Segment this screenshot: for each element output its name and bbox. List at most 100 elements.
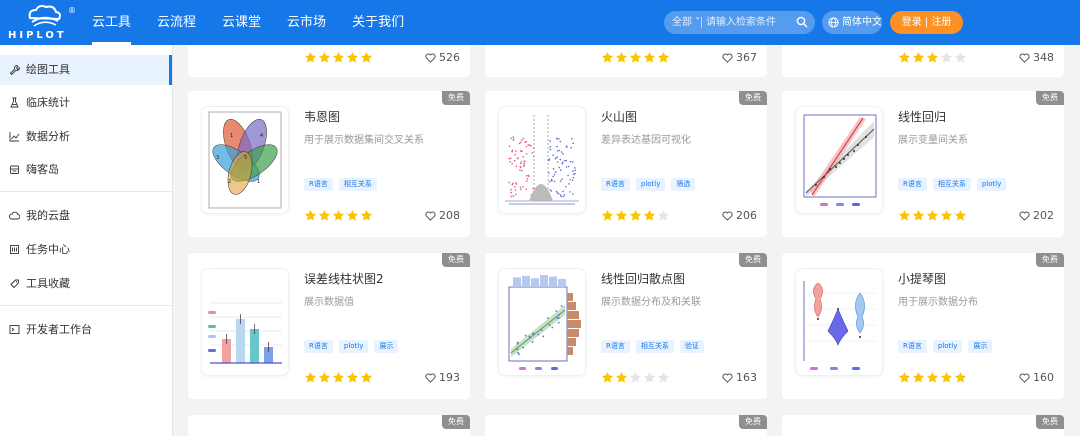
- star-empty-icon[interactable]: [954, 51, 967, 64]
- star-empty-icon[interactable]: [643, 371, 656, 384]
- tag[interactable]: 展示: [968, 340, 993, 353]
- tag[interactable]: plotly: [635, 178, 666, 191]
- like-count[interactable]: 348: [1019, 51, 1054, 64]
- tool-card-venn[interactable]: 免费 1 4 3 5 2 1 韦恩图 用于展示数据集间交叉关系 R语言 相互关系 208: [188, 91, 470, 237]
- star-filled-icon[interactable]: [926, 371, 939, 384]
- tag[interactable]: plotly: [932, 340, 963, 353]
- tag[interactable]: 相互关系: [932, 178, 971, 191]
- star-filled-icon[interactable]: [615, 51, 628, 64]
- sidebar-item-3[interactable]: 嗨客岛: [0, 155, 172, 185]
- star-filled-icon[interactable]: [318, 51, 331, 64]
- tool-card-partial[interactable]: 526: [188, 45, 470, 77]
- star-filled-icon[interactable]: [954, 371, 967, 384]
- tool-title[interactable]: 线性回归: [898, 108, 946, 125]
- tag[interactable]: R语言: [601, 178, 630, 191]
- tool-thumbnail[interactable]: [202, 269, 288, 375]
- star-filled-icon[interactable]: [332, 371, 345, 384]
- tool-title[interactable]: 韦恩图: [304, 108, 340, 125]
- search-scope-select[interactable]: 全部 ˅: [672, 11, 700, 34]
- star-filled-icon[interactable]: [629, 209, 642, 222]
- star-filled-icon[interactable]: [926, 209, 939, 222]
- star-filled-icon[interactable]: [643, 51, 656, 64]
- star-filled-icon[interactable]: [304, 209, 317, 222]
- tool-title[interactable]: 线性回归散点图: [601, 270, 685, 287]
- tool-title[interactable]: 火山图: [601, 108, 637, 125]
- star-filled-icon[interactable]: [346, 371, 359, 384]
- like-count[interactable]: 208: [425, 209, 460, 222]
- heart-icon[interactable]: [425, 373, 436, 383]
- tool-title[interactable]: 误差线柱状图2: [304, 270, 384, 287]
- star-filled-icon[interactable]: [615, 209, 628, 222]
- heart-icon[interactable]: [722, 211, 733, 221]
- language-switch[interactable]: 简体中文: [822, 11, 882, 34]
- heart-icon[interactable]: [425, 211, 436, 221]
- tag[interactable]: 展示: [374, 340, 399, 353]
- heart-icon[interactable]: [1019, 53, 1030, 63]
- tool-thumbnail[interactable]: [796, 107, 882, 213]
- star-empty-icon[interactable]: [629, 371, 642, 384]
- star-filled-icon[interactable]: [346, 209, 359, 222]
- star-filled-icon[interactable]: [360, 51, 373, 64]
- star-filled-icon[interactable]: [304, 371, 317, 384]
- star-filled-icon[interactable]: [601, 371, 614, 384]
- tool-card-volcano[interactable]: 免费 火山图 差异表达基因可视化 R语言 plotly 筛选 206: [485, 91, 767, 237]
- tag[interactable]: R语言: [304, 178, 333, 191]
- like-count[interactable]: 193: [425, 371, 460, 384]
- search-icon[interactable]: [796, 16, 808, 28]
- tag[interactable]: plotly: [338, 340, 369, 353]
- tool-card-violin[interactable]: 免费 小提琴图 用于展示数据分布 R语言 plotly 展示 160: [782, 253, 1064, 399]
- like-count[interactable]: 526: [425, 51, 460, 64]
- nav-item-1[interactable]: 云流程: [157, 0, 196, 45]
- tag[interactable]: R语言: [898, 340, 927, 353]
- heart-icon[interactable]: [1019, 211, 1030, 221]
- tool-card-partial[interactable]: 367: [485, 45, 767, 77]
- heart-icon[interactable]: [722, 373, 733, 383]
- star-filled-icon[interactable]: [926, 51, 939, 64]
- search-input[interactable]: [706, 14, 794, 31]
- nav-item-0[interactable]: 云工具: [92, 0, 132, 45]
- star-empty-icon[interactable]: [940, 51, 953, 64]
- tool-thumbnail[interactable]: [499, 107, 585, 213]
- tool-card-partial[interactable]: 348: [782, 45, 1064, 77]
- star-filled-icon[interactable]: [346, 51, 359, 64]
- tool-card-regression[interactable]: 免费 线性回归 展示变量间关系 R语言 相互关系 plotly 202: [782, 91, 1064, 237]
- star-filled-icon[interactable]: [332, 209, 345, 222]
- star-filled-icon[interactable]: [601, 209, 614, 222]
- like-count[interactable]: 206: [722, 209, 757, 222]
- tool-thumbnail[interactable]: [796, 269, 882, 375]
- tag[interactable]: 验证: [679, 340, 704, 353]
- star-filled-icon[interactable]: [601, 51, 614, 64]
- tool-card-scatter[interactable]: 免费 线性回归散点图 展示数据分布及和关联 R语言 相互关系 验证 163: [485, 253, 767, 399]
- like-count[interactable]: 367: [722, 51, 757, 64]
- tag[interactable]: 相互关系: [635, 340, 674, 353]
- star-filled-icon[interactable]: [360, 209, 373, 222]
- star-filled-icon[interactable]: [954, 209, 967, 222]
- tool-thumbnail[interactable]: [499, 269, 585, 375]
- heart-icon[interactable]: [425, 53, 436, 63]
- tag[interactable]: R语言: [304, 340, 333, 353]
- star-filled-icon[interactable]: [657, 51, 670, 64]
- star-filled-icon[interactable]: [912, 371, 925, 384]
- star-filled-icon[interactable]: [332, 51, 345, 64]
- tool-title[interactable]: 小提琴图: [898, 270, 946, 287]
- tag[interactable]: 筛选: [671, 178, 696, 191]
- like-count[interactable]: 163: [722, 371, 757, 384]
- nav-item-2[interactable]: 云课堂: [222, 0, 261, 45]
- sidebar-item-1[interactable]: 临床统计: [0, 88, 172, 118]
- tool-card-partial[interactable]: 免费: [782, 415, 1064, 436]
- star-filled-icon[interactable]: [643, 209, 656, 222]
- star-filled-icon[interactable]: [629, 51, 642, 64]
- star-empty-icon[interactable]: [657, 209, 670, 222]
- star-filled-icon[interactable]: [304, 51, 317, 64]
- nav-item-4[interactable]: 关于我们: [352, 0, 404, 45]
- like-count[interactable]: 160: [1019, 371, 1054, 384]
- login-register-button[interactable]: 登录 | 注册: [890, 11, 963, 34]
- sidebar-item-2[interactable]: 数据分析: [0, 122, 172, 152]
- tool-card-partial[interactable]: 免费: [485, 415, 767, 436]
- star-filled-icon[interactable]: [898, 209, 911, 222]
- star-filled-icon[interactable]: [898, 51, 911, 64]
- tool-card-errorbar[interactable]: 免费 误差线柱状图2 展示数据值 R语言 plotly 展示 193: [188, 253, 470, 399]
- star-filled-icon[interactable]: [318, 209, 331, 222]
- star-filled-icon[interactable]: [912, 51, 925, 64]
- hiplot-logo[interactable]: HIPLOT ®: [8, 4, 78, 42]
